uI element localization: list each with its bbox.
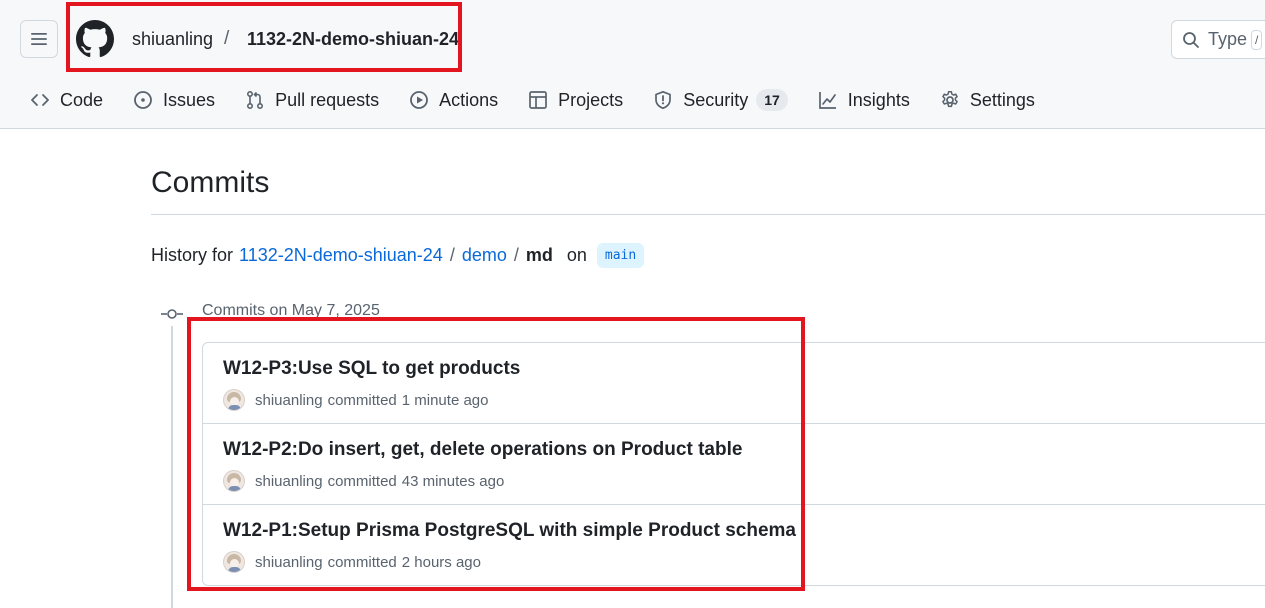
tab-security-label: Security bbox=[683, 89, 749, 110]
title-divider bbox=[151, 214, 1265, 215]
tab-code-label: Code bbox=[60, 89, 104, 110]
search-shortcut-key: / bbox=[1251, 29, 1263, 50]
path-separator: / bbox=[449, 245, 455, 265]
tab-code[interactable]: Code bbox=[30, 90, 103, 111]
search-placeholder: Type bbox=[1208, 29, 1248, 49]
commit-list: W12-P3:Use SQL to get products shiuanlin… bbox=[202, 342, 1265, 586]
tab-actions-label: Actions bbox=[439, 89, 499, 110]
tab-projects[interactable]: Projects bbox=[528, 90, 623, 111]
tab-security[interactable]: Security 17 bbox=[653, 89, 788, 111]
commit-time: 2 hours ago bbox=[401, 553, 481, 571]
repo-header: shiuanling / 1132-2N-demo-shiuan-24 Type… bbox=[0, 0, 1265, 129]
shield-icon bbox=[655, 90, 672, 110]
branch-badge[interactable]: main bbox=[596, 243, 645, 268]
commit-author-link[interactable]: shiuanling bbox=[255, 554, 323, 571]
tab-projects-label: Projects bbox=[558, 89, 624, 110]
issue-opened-icon bbox=[134, 91, 152, 109]
commit-time: 1 minute ago bbox=[401, 391, 489, 409]
repo-name-link[interactable]: 1132-2N-demo-shiuan-24 bbox=[247, 29, 459, 50]
github-logo-icon[interactable] bbox=[76, 20, 114, 58]
commit-meta: shiuanling committed 1 minute ago bbox=[223, 389, 488, 411]
commit-message-link[interactable]: W12-P2:Do insert, get, delete operations… bbox=[223, 439, 742, 461]
commit-time: 43 minutes ago bbox=[401, 472, 505, 490]
commit-group-title: Commits on May 7, 2025 bbox=[202, 302, 380, 319]
breadcrumb-separator: / bbox=[224, 28, 230, 49]
timeline-line bbox=[171, 326, 173, 608]
play-icon bbox=[410, 91, 429, 109]
tab-actions[interactable]: Actions bbox=[409, 90, 498, 111]
tab-issues-label: Issues bbox=[163, 89, 216, 110]
path-folder-link[interactable]: demo bbox=[462, 245, 507, 266]
avatar[interactable] bbox=[223, 389, 245, 411]
tab-settings-label: Settings bbox=[969, 89, 1035, 110]
path-separator: / bbox=[513, 245, 519, 265]
menu-button[interactable] bbox=[20, 20, 58, 58]
search-input[interactable]: Type / bbox=[1171, 20, 1265, 59]
commit-meta: shiuanling committed 43 minutes ago bbox=[223, 470, 504, 492]
commit-verb: committed bbox=[327, 472, 397, 490]
repo-owner-link[interactable]: shiuanling bbox=[132, 29, 213, 50]
history-breadcrumb: History for 1132-2N-demo-shiuan-24 / dem… bbox=[151, 243, 645, 268]
git-pull-request-icon bbox=[247, 90, 264, 110]
commit-verb: committed bbox=[327, 391, 397, 409]
on-word: on bbox=[566, 245, 587, 265]
tab-issues[interactable]: Issues bbox=[133, 90, 215, 111]
page-title: Commits bbox=[151, 166, 270, 199]
commit-author-link[interactable]: shiuanling bbox=[255, 473, 323, 490]
history-prefix: History for bbox=[151, 245, 234, 265]
commit-message-link[interactable]: W12-P1:Setup Prisma PostgreSQL with simp… bbox=[223, 520, 796, 542]
avatar[interactable] bbox=[223, 551, 245, 573]
commit-row: W12-P2:Do insert, get, delete operations… bbox=[203, 424, 1265, 505]
tab-insights[interactable]: Insights bbox=[818, 90, 910, 111]
commit-meta: shiuanling committed 2 hours ago bbox=[223, 551, 481, 573]
commit-message-link[interactable]: W12-P3:Use SQL to get products bbox=[223, 358, 520, 380]
commit-author-link[interactable]: shiuanling bbox=[255, 392, 323, 409]
avatar[interactable] bbox=[223, 470, 245, 492]
tab-settings[interactable]: Settings bbox=[940, 90, 1035, 111]
search-icon bbox=[1183, 31, 1199, 48]
gear-icon bbox=[941, 91, 958, 108]
path-current-item: md bbox=[525, 245, 553, 265]
tab-insights-label: Insights bbox=[847, 89, 910, 110]
git-commit-icon bbox=[161, 309, 183, 319]
path-repo-link[interactable]: 1132-2N-demo-shiuan-24 bbox=[239, 245, 443, 266]
commit-row: W12-P1:Setup Prisma PostgreSQL with simp… bbox=[203, 505, 1265, 585]
hamburger-icon bbox=[31, 33, 47, 45]
tab-pull-requests-label: Pull requests bbox=[275, 89, 380, 110]
security-count-badge: 17 bbox=[756, 89, 788, 111]
code-icon bbox=[31, 94, 49, 106]
commit-verb: committed bbox=[327, 553, 397, 571]
commit-row: W12-P3:Use SQL to get products shiuanlin… bbox=[203, 343, 1265, 424]
repo-nav-tabs: Code Issues Pull requests Actions Projec… bbox=[30, 86, 1065, 114]
table-icon bbox=[529, 91, 548, 109]
graph-icon bbox=[818, 92, 836, 109]
tab-pull-requests[interactable]: Pull requests bbox=[245, 90, 379, 111]
